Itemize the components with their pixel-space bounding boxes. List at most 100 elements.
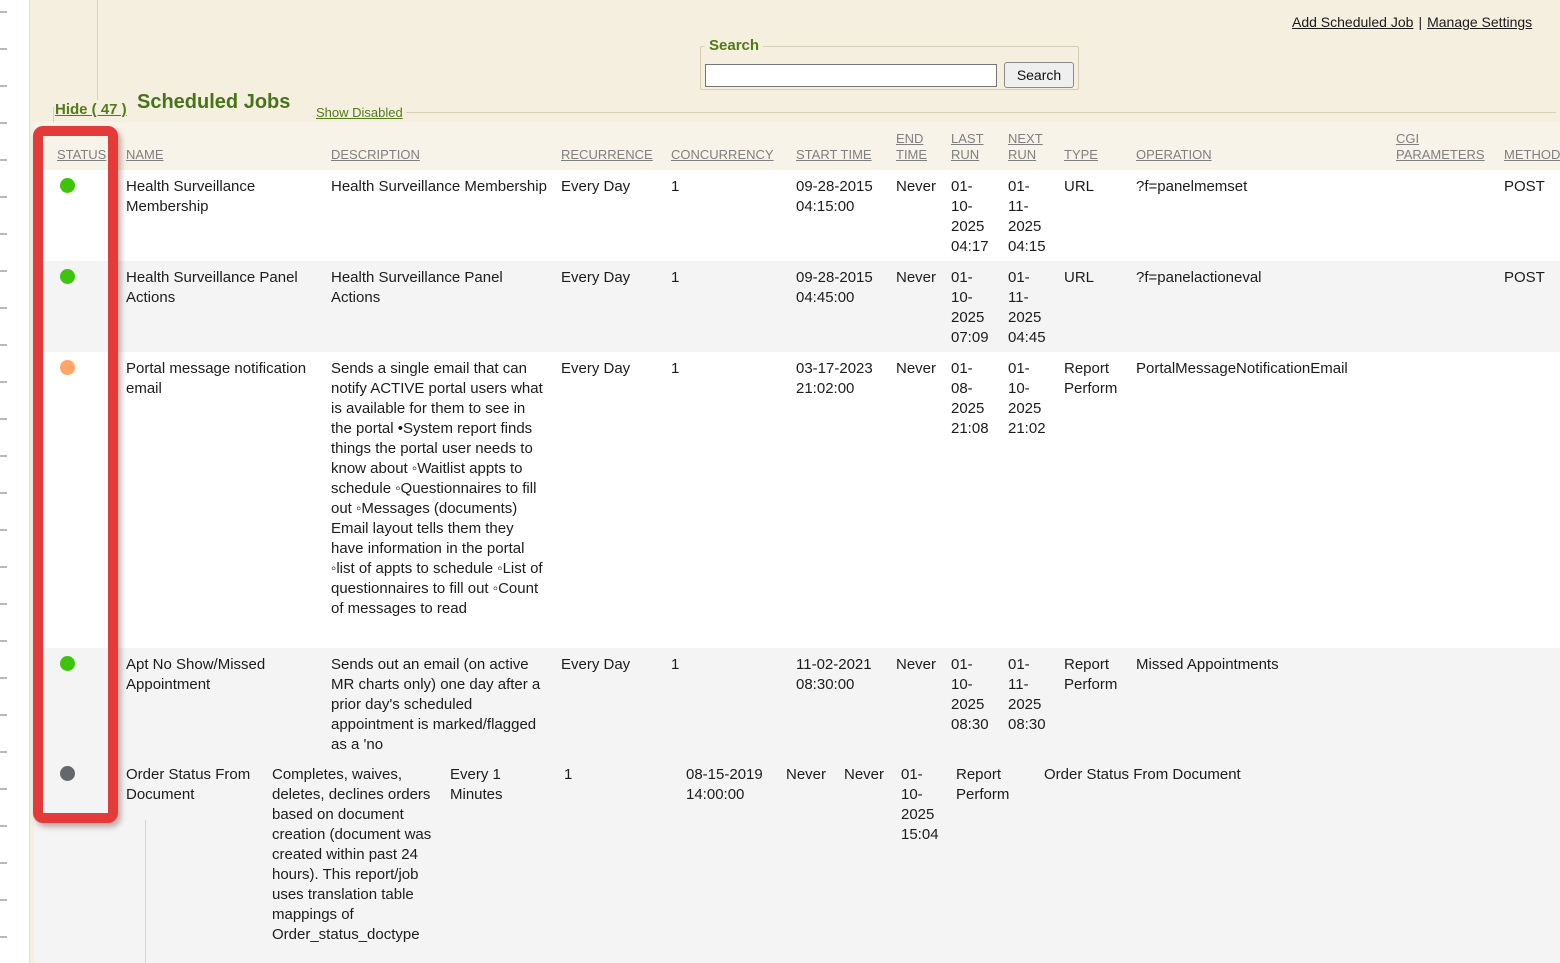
status-dot[interactable] [60, 178, 75, 193]
column-header-start-time[interactable]: START TIME [790, 147, 890, 170]
table-row: Health Surveillance Panel Actions Health… [34, 261, 1560, 352]
status-dot[interactable] [60, 360, 75, 375]
cell-type: URL [1058, 261, 1130, 352]
status-cell [34, 170, 120, 261]
show-disabled-link[interactable]: Show Disabled [316, 103, 403, 123]
cell-name: Apt No Show/Missed Appointment [120, 648, 325, 758]
column-header-last-run[interactable]: LAST RUN [945, 131, 1002, 170]
cell-end-time: Never [890, 648, 945, 758]
left-margin-ruler [0, 0, 30, 963]
cell-cgi-parameters [1390, 352, 1498, 648]
cell-type: Report Perform [1058, 352, 1130, 648]
cell-name: Health Surveillance Membership [120, 170, 325, 261]
cell-start-time: 08-15-2019 14:00:00 [680, 758, 780, 963]
cell-operation: Missed Appointments [1130, 648, 1390, 758]
status-cell [34, 261, 120, 352]
cell-name: Health Surveillance Panel Actions [120, 261, 325, 352]
search-input[interactable] [705, 64, 997, 87]
cell-method [1498, 648, 1560, 758]
page-title: Scheduled Jobs [137, 92, 290, 112]
status-cell [34, 648, 120, 758]
fieldset-border-artifact-top [97, 0, 98, 100]
cell-cgi-parameters [1390, 648, 1498, 758]
cell-next-run: 01-11-2025 04:45 [1002, 261, 1058, 352]
search-panel: Search Search [700, 36, 1079, 90]
status-dot[interactable] [60, 269, 75, 284]
cell-operation: ?f=panelactioneval [1130, 261, 1390, 352]
column-header-description[interactable]: DESCRIPTION [325, 147, 555, 170]
cell-description: Health Surveillance Panel Actions [325, 261, 555, 352]
manage-settings-link[interactable]: Manage Settings [1427, 14, 1532, 30]
cell-description: Completes, waives, deletes, declines ord… [266, 758, 444, 963]
cell-cgi-parameters [1390, 758, 1498, 963]
table-header-row: STATUS NAME DESCRIPTION RECURRENCE CONCU… [34, 122, 1560, 170]
cell-description: Sends out an email (on active MR charts … [325, 648, 555, 758]
column-header-status[interactable]: STATUS [34, 147, 120, 170]
column-header-recurrence[interactable]: RECURRENCE [555, 147, 665, 170]
cell-concurrency: 1 [558, 758, 680, 963]
column-header-name[interactable]: NAME [120, 147, 325, 170]
scheduled-jobs-table: Health Surveillance Membership Health Su… [34, 170, 1560, 963]
cell-description: Sends a single email that can notify ACT… [325, 352, 555, 648]
nav-separator: | [1413, 14, 1427, 30]
cell-last-run: 01-08-2025 21:08 [945, 352, 1002, 648]
cell-recurrence: Every Day [555, 261, 665, 352]
cell-start-time: 03-17-2023 21:02:00 [790, 352, 890, 648]
cell-end-time: Never [890, 261, 945, 352]
search-legend: Search [705, 36, 763, 56]
cell-end-time: Never [890, 352, 945, 648]
cell-concurrency: 1 [665, 352, 790, 648]
column-header-cgi-parameters[interactable]: CGI PARAMETERS [1390, 131, 1498, 170]
cell-method [1498, 758, 1560, 963]
status-cell [34, 352, 120, 648]
top-nav-links: Add Scheduled Job|Manage Settings [1292, 12, 1532, 32]
cell-cgi-parameters [1390, 261, 1498, 352]
cell-method: POST [1498, 261, 1560, 352]
cell-concurrency: 1 [665, 648, 790, 758]
column-header-next-run[interactable]: NEXT RUN [1002, 131, 1058, 170]
cell-type: URL [1058, 170, 1130, 261]
status-dot[interactable] [60, 656, 75, 671]
column-header-method[interactable]: METHOD [1498, 147, 1560, 170]
cell-operation: Order Status From Document [1038, 758, 1390, 963]
column-header-concurrency[interactable]: CONCURRENCY [665, 147, 790, 170]
cell-concurrency: 1 [665, 261, 790, 352]
cell-start-time: 11-02-2021 08:30:00 [790, 648, 890, 758]
section-border [53, 107, 54, 123]
cell-next-run: 01-11-2025 04:15 [1002, 170, 1058, 261]
cell-start-time: 09-28-2015 04:15:00 [790, 170, 890, 261]
cell-last-run: Never [838, 758, 895, 963]
status-cell [34, 758, 120, 963]
cell-operation: ?f=panelmemset [1130, 170, 1390, 261]
hide-count-link[interactable]: Hide ( 47 ) [55, 100, 127, 120]
cell-name: Portal message notification email [120, 352, 325, 648]
ruler-ticks [0, 0, 7, 963]
cell-type: Report Perform [1058, 648, 1130, 758]
status-dot[interactable] [60, 766, 75, 781]
search-button[interactable]: Search [1004, 62, 1074, 88]
cell-start-time: 09-28-2015 04:45:00 [790, 261, 890, 352]
cell-cgi-parameters [1390, 170, 1498, 261]
table-row: Health Surveillance Membership Health Su… [34, 170, 1560, 261]
fieldset-border-artifact-bottom [145, 820, 146, 963]
column-header-operation[interactable]: OPERATION [1130, 147, 1390, 170]
table-row: Portal message notification email Sends … [34, 352, 1560, 648]
table-row: Apt No Show/Missed Appointment Sends out… [34, 648, 1560, 758]
cell-method [1498, 352, 1560, 648]
cell-type: Report Perform [950, 758, 1038, 963]
cell-next-run: 01-11-2025 08:30 [1002, 648, 1058, 758]
cell-next-run: 01-10-2025 21:02 [1002, 352, 1058, 648]
cell-end-time: Never [890, 170, 945, 261]
cell-last-run: 01-10-2025 04:17 [945, 170, 1002, 261]
cell-name: Order Status From Document [120, 758, 266, 963]
cell-recurrence: Every Day [555, 648, 665, 758]
cell-last-run: 01-10-2025 07:09 [945, 261, 1002, 352]
cell-concurrency: 1 [665, 170, 790, 261]
page: Add Scheduled Job|Manage Settings Search… [0, 0, 1560, 963]
add-scheduled-job-link[interactable]: Add Scheduled Job [1292, 14, 1413, 30]
column-header-type[interactable]: TYPE [1058, 147, 1130, 170]
cell-end-time: Never [780, 758, 838, 963]
cell-method: POST [1498, 170, 1560, 261]
table-row: Order Status From Document Completes, wa… [34, 758, 1560, 963]
column-header-end-time[interactable]: END TIME [890, 131, 945, 170]
